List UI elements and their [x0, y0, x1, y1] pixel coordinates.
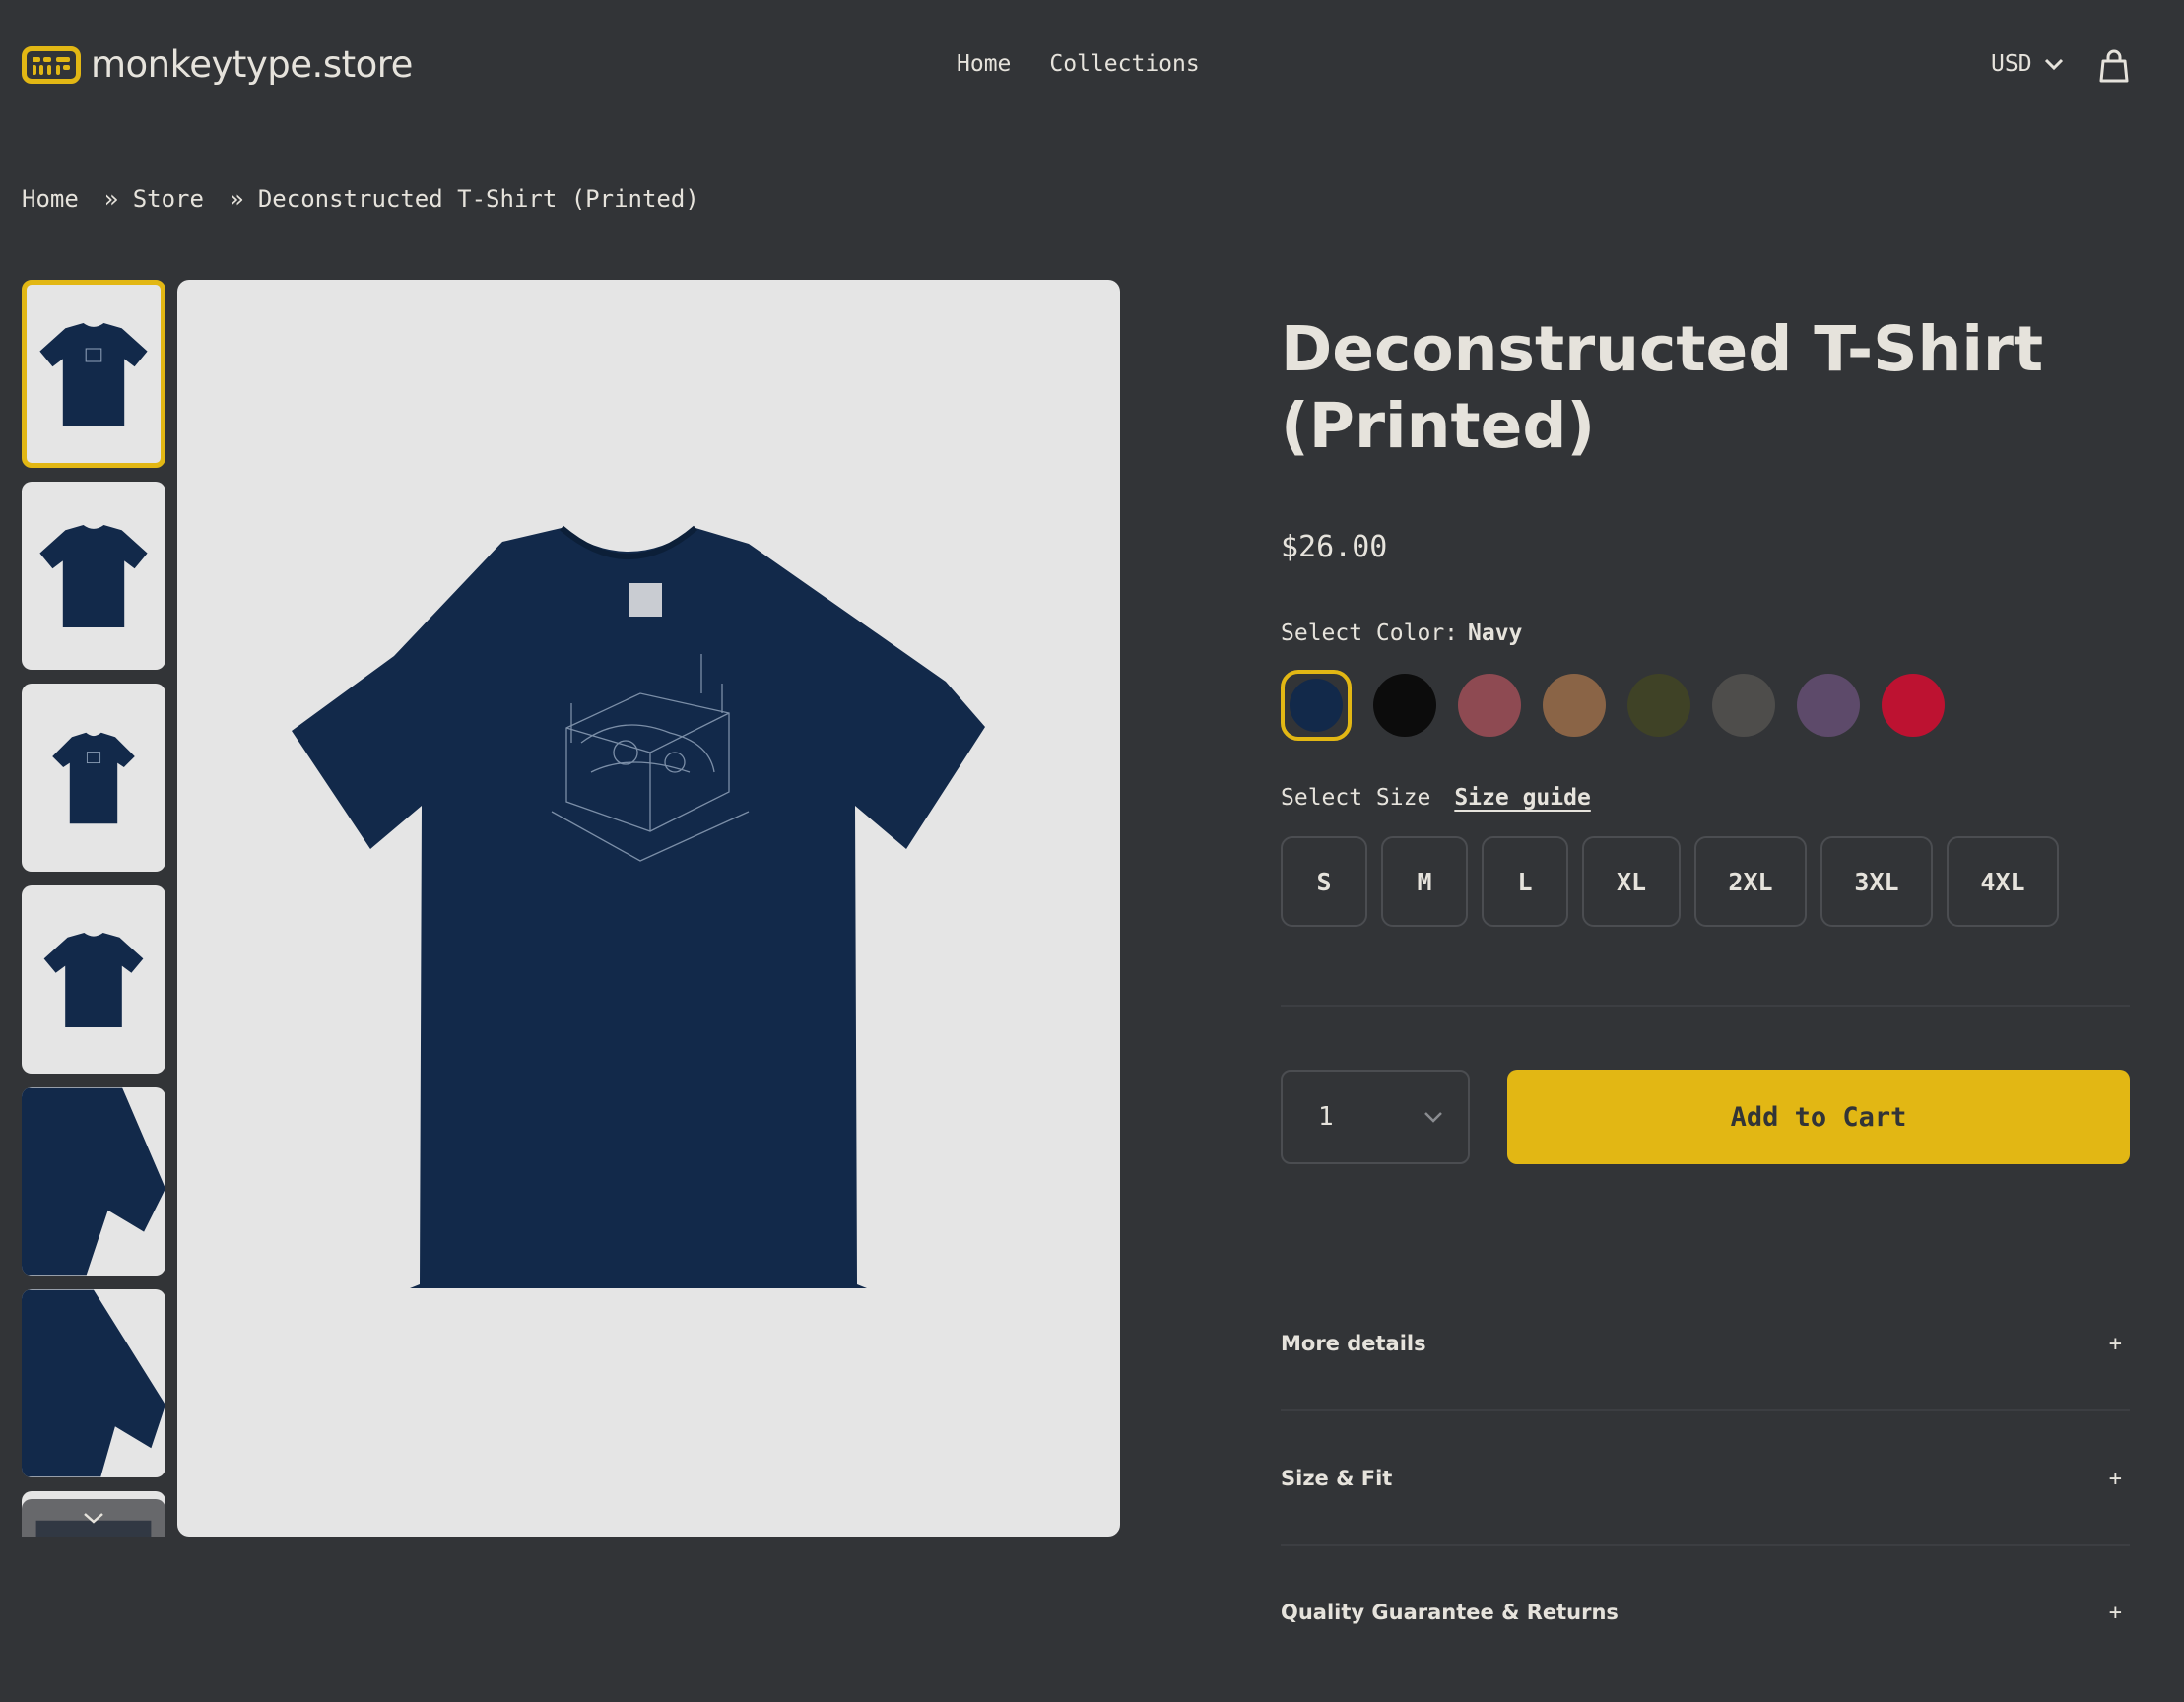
chevron-down-icon: [2044, 58, 2063, 71]
thumbnail-scroll-down-button[interactable]: [22, 1499, 165, 1537]
product-main-image[interactable]: [177, 280, 1120, 1537]
product-price: $26.00: [1281, 530, 1388, 564]
thumbnail-4[interactable]: [22, 885, 165, 1074]
color-swatch-olive[interactable]: [1627, 674, 1690, 737]
size-label-text: Select Size: [1281, 785, 1431, 811]
size-guide-link[interactable]: Size guide: [1454, 785, 1590, 811]
currency-value: USD: [1991, 51, 2032, 77]
thumbnail-gallery: [22, 280, 165, 1537]
add-to-cart-button[interactable]: Add to Cart: [1507, 1070, 2130, 1164]
size-button-s[interactable]: S: [1281, 836, 1367, 927]
quantity-value: 1: [1318, 1102, 1334, 1132]
breadcrumb-store[interactable]: » Store: [104, 185, 204, 213]
site-header: monkeytype.store Home Collections USD: [0, 0, 2184, 128]
color-label-text: Select Color:: [1281, 621, 1459, 646]
chevron-down-icon: [1424, 1112, 1442, 1123]
tshirt-image: [292, 525, 985, 1288]
color-swatch-navy[interactable]: [1281, 670, 1352, 741]
product-title: Deconstructed T-Shirt (Printed): [1281, 313, 2044, 462]
selected-color-name: Navy: [1468, 621, 1523, 646]
thumbnail-6[interactable]: [22, 1289, 165, 1477]
thumbnail-1[interactable]: [22, 280, 165, 468]
accordion-size-fit[interactable]: Size & Fit +: [1281, 1449, 2130, 1508]
thumbnail-3[interactable]: [22, 684, 165, 872]
color-swatch-black[interactable]: [1373, 674, 1436, 737]
divider: [1281, 1409, 2130, 1411]
accordion-title: Size & Fit: [1281, 1467, 1393, 1490]
nav-home-link[interactable]: Home: [957, 51, 1011, 77]
color-swatch-grey[interactable]: [1712, 674, 1775, 737]
main-nav: Home Collections: [957, 51, 1200, 77]
breadcrumb: Home » Store » Deconstructed T-Shirt (Pr…: [22, 185, 699, 213]
size-button-2xl[interactable]: 2XL: [1694, 836, 1807, 927]
plus-icon: +: [2108, 1331, 2122, 1356]
divider: [1281, 1544, 2130, 1546]
size-button-m[interactable]: M: [1381, 836, 1468, 927]
size-button-3xl[interactable]: 3XL: [1820, 836, 1933, 927]
plus-icon: +: [2108, 1466, 2122, 1491]
logo[interactable]: monkeytype.store: [22, 43, 413, 86]
color-swatch-maroon[interactable]: [1458, 674, 1521, 737]
color-swatch-brown[interactable]: [1543, 674, 1606, 737]
size-button-xl[interactable]: XL: [1582, 836, 1681, 927]
quantity-select[interactable]: 1: [1281, 1070, 1470, 1164]
accordion-title: Quality Guarantee & Returns: [1281, 1601, 1619, 1624]
shopping-bag-icon[interactable]: [2099, 49, 2129, 83]
thumbnail-5[interactable]: [22, 1087, 165, 1276]
color-label: Select Color: Navy: [1281, 621, 1522, 646]
size-options: S M L XL 2XL 3XL 4XL: [1281, 836, 2059, 927]
accordion-more-details[interactable]: More details +: [1281, 1314, 2130, 1373]
currency-selector[interactable]: USD: [1991, 51, 2064, 77]
breadcrumb-home[interactable]: Home: [22, 185, 79, 213]
size-label: Select Size Size guide: [1281, 785, 1591, 811]
thumbnail-2[interactable]: [22, 482, 165, 670]
breadcrumb-current: » Deconstructed T-Shirt (Printed): [229, 185, 699, 213]
accordion-quality-returns[interactable]: Quality Guarantee & Returns +: [1281, 1583, 2130, 1642]
chevron-down-icon: [84, 1513, 103, 1524]
size-button-4xl[interactable]: 4XL: [1947, 836, 2059, 927]
accordion-title: More details: [1281, 1332, 1426, 1355]
color-swatches: [1281, 670, 1945, 741]
nav-collections-link[interactable]: Collections: [1049, 51, 1199, 77]
logo-text: monkeytype.store: [91, 43, 413, 86]
plus-icon: +: [2108, 1600, 2122, 1625]
keyboard-logo-icon: [22, 45, 81, 84]
size-button-l[interactable]: L: [1482, 836, 1568, 927]
color-swatch-red[interactable]: [1882, 674, 1945, 737]
color-swatch-purple[interactable]: [1797, 674, 1860, 737]
divider: [1281, 1005, 2130, 1007]
